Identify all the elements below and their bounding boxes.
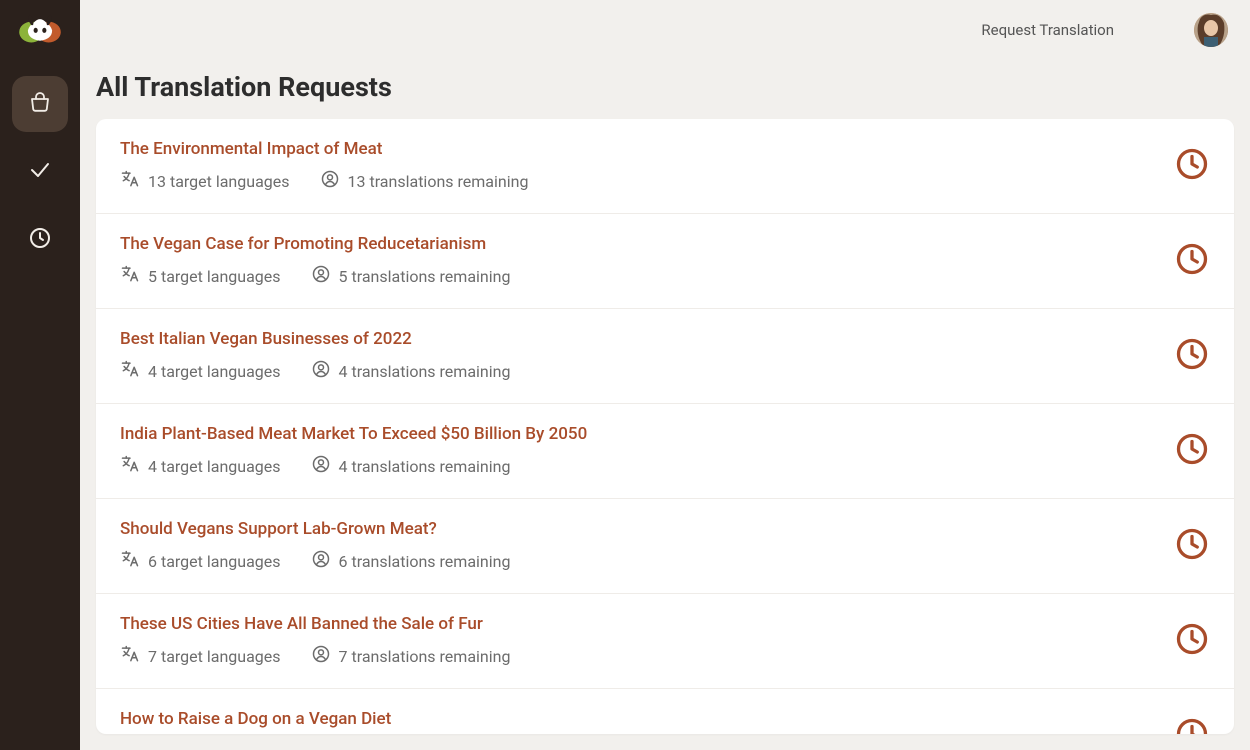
clock-icon [28,226,52,254]
main-area: Request Translation [80,0,1250,750]
person-circle-icon [320,169,340,193]
person-circle-icon [311,549,331,573]
target-languages-label: 13 target languages [148,172,290,191]
translations-remaining-label: 7 translations remaining [339,647,511,666]
request-translation-link[interactable]: Request Translation [981,21,1114,39]
status-pending [1174,241,1210,281]
user-avatar[interactable] [1194,13,1228,47]
translate-icon [120,169,140,193]
request-title: Best Italian Vegan Businesses of 2022 [120,329,1174,349]
request-title: These US Cities Have All Banned the Sale… [120,614,1174,634]
person-circle-icon [311,264,331,288]
status-pending [1174,526,1210,566]
app-logo [14,12,66,52]
status-pending [1174,336,1210,376]
page-title: All Translation Requests [80,59,1250,119]
person-circle-icon [311,454,331,478]
translations-remaining-label: 6 translations remaining [339,552,511,571]
requests-card: The Environmental Impact of Meat 13 [96,119,1234,734]
request-title: How to Raise a Dog on a Vegan Diet [120,709,1174,729]
request-row[interactable]: These US Cities Have All Banned the Sale… [96,594,1234,689]
person-circle-icon [311,644,331,668]
request-row[interactable]: Best Italian Vegan Businesses of 2022 [96,309,1234,404]
clock-icon [1174,716,1210,734]
translations-remaining-label: 13 translations remaining [348,172,529,191]
status-pending [1174,621,1210,661]
check-icon [28,158,52,186]
request-row[interactable]: How to Raise a Dog on a Vegan Diet 6 [96,689,1234,734]
person-circle-icon [311,359,331,383]
request-title: The Environmental Impact of Meat [120,139,1174,159]
clock-icon [1174,241,1210,281]
status-pending [1174,716,1210,734]
translations-remaining-label: 4 translations remaining [339,457,511,476]
sidebar-item-completed[interactable] [12,144,68,200]
sidebar [0,0,80,750]
request-row[interactable]: The Environmental Impact of Meat 13 [96,119,1234,214]
target-languages-label: 4 target languages [148,457,281,476]
status-pending [1174,431,1210,471]
translate-icon [120,454,140,478]
target-languages-label: 4 target languages [148,362,281,381]
clock-icon [1174,526,1210,566]
target-languages-label: 6 target languages [148,552,281,571]
clock-icon [1174,336,1210,376]
briefcase-icon [28,90,52,118]
sidebar-item-requests[interactable] [12,76,68,132]
translate-icon [120,644,140,668]
target-languages-label: 5 target languages [148,267,281,286]
status-pending [1174,146,1210,186]
clock-icon [1174,146,1210,186]
translations-remaining-label: 4 translations remaining [339,362,511,381]
topbar: Request Translation [80,0,1250,59]
request-title: India Plant-Based Meat Market To Exceed … [120,424,1174,444]
sidebar-item-pending[interactable] [12,212,68,268]
clock-icon [1174,431,1210,471]
request-row[interactable]: The Vegan Case for Promoting Reducetaria… [96,214,1234,309]
request-row[interactable]: Should Vegans Support Lab-Grown Meat? [96,499,1234,594]
request-title: Should Vegans Support Lab-Grown Meat? [120,519,1174,539]
notifications-button[interactable] [1142,18,1166,42]
clock-icon [1174,621,1210,661]
translate-icon [120,264,140,288]
target-languages-label: 7 target languages [148,647,281,666]
request-row[interactable]: India Plant-Based Meat Market To Exceed … [96,404,1234,499]
translate-icon [120,359,140,383]
translate-icon [120,549,140,573]
request-title: The Vegan Case for Promoting Reducetaria… [120,234,1174,254]
translations-remaining-label: 5 translations remaining [339,267,511,286]
